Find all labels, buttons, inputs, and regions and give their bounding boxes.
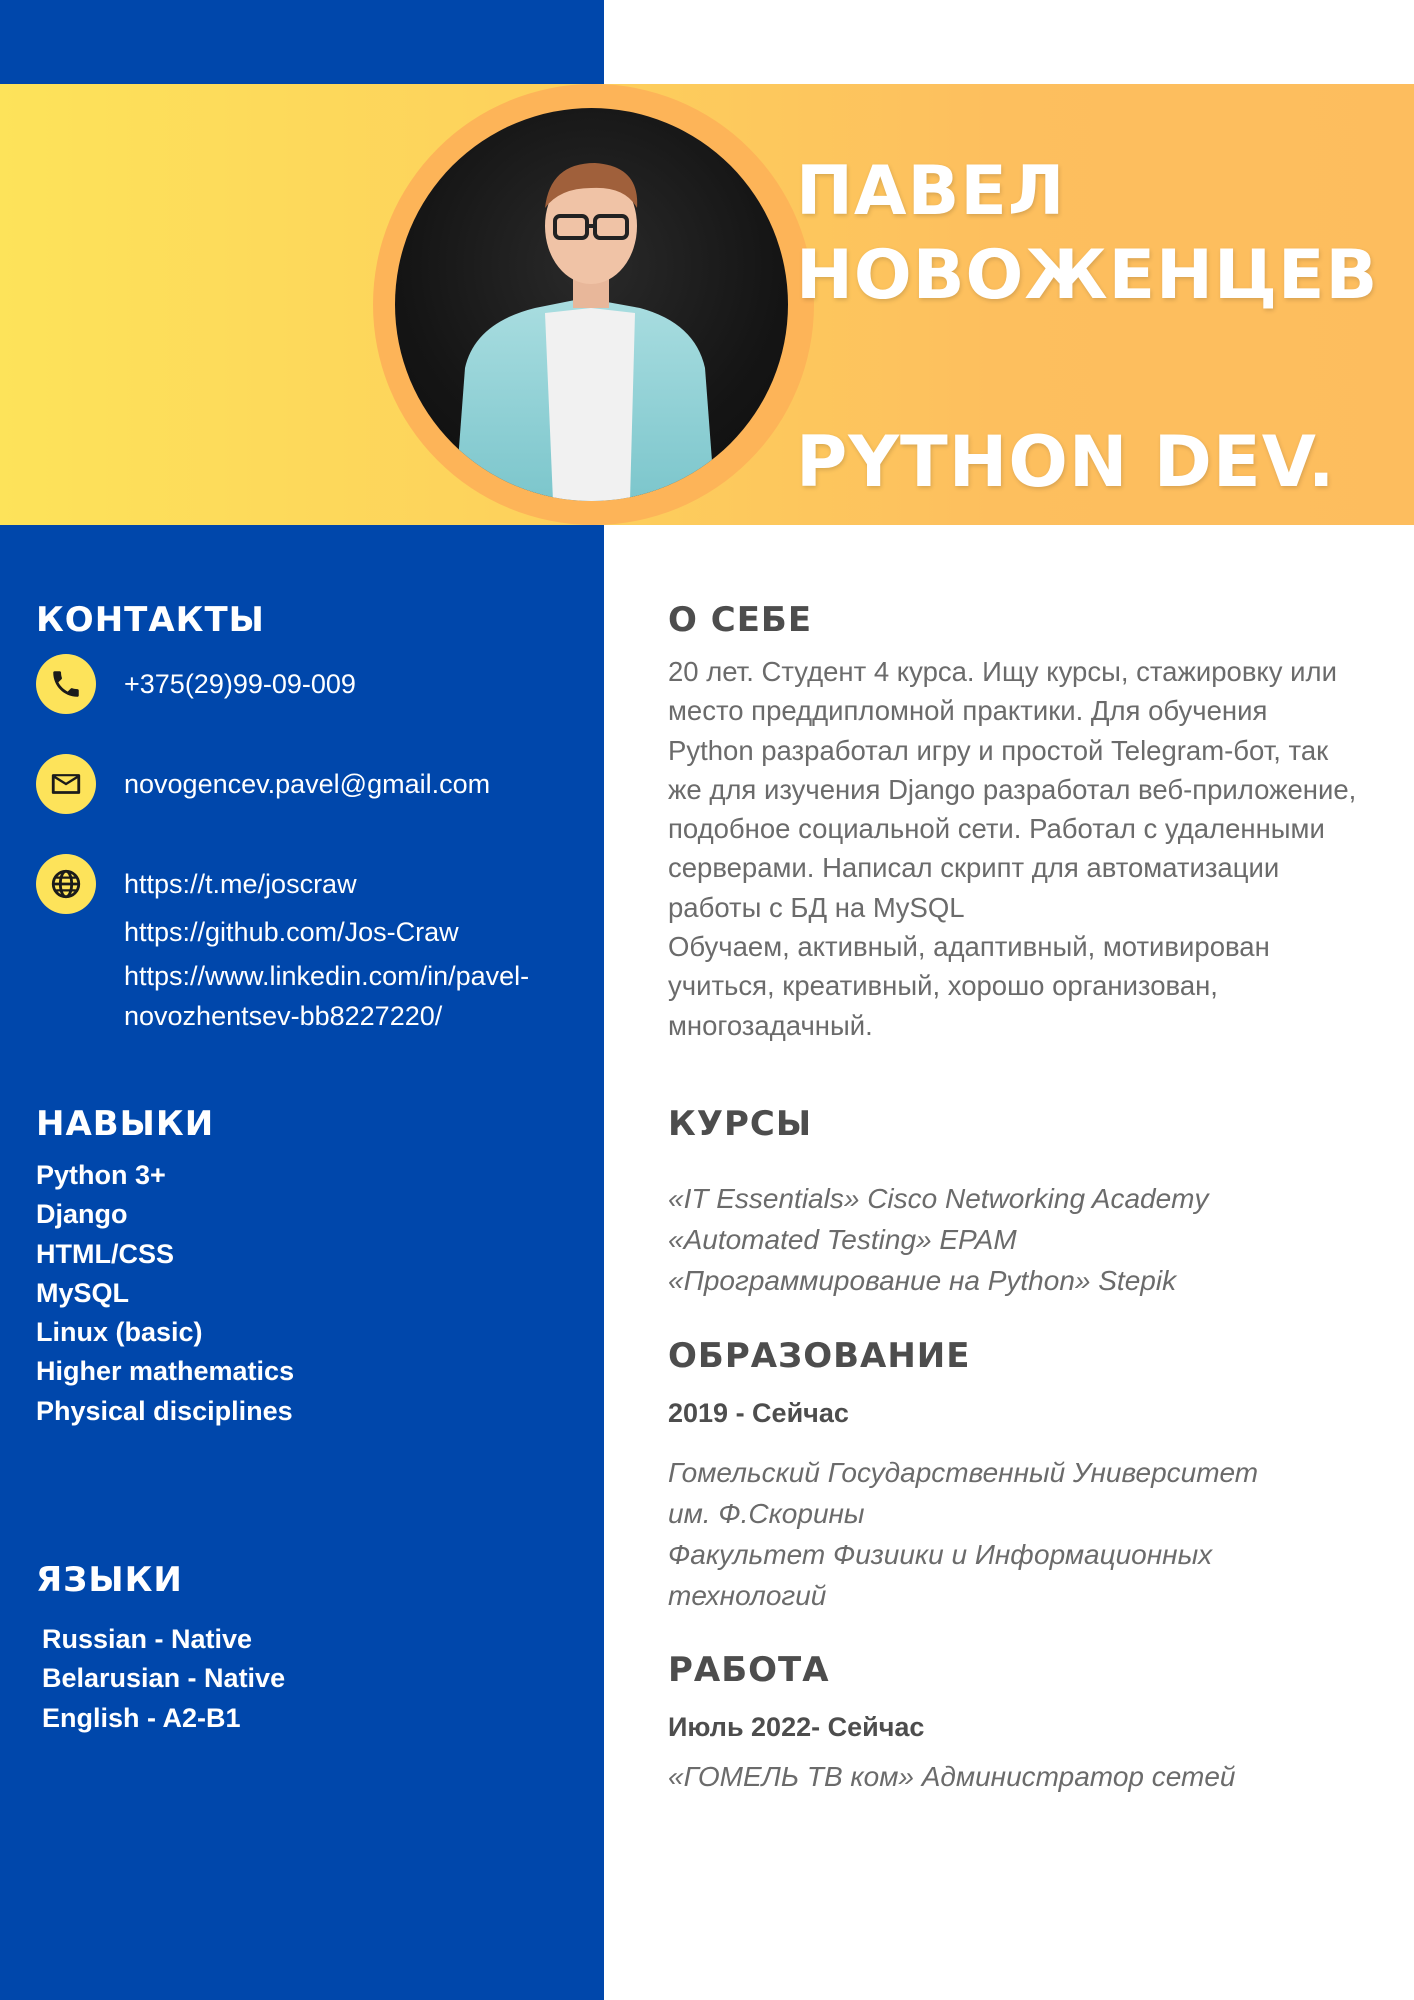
person-name: ПАВЕЛ НОВОЖЕНЦЕВ (796, 150, 1396, 318)
education-line: Факультет Физиики и Информационных (668, 1539, 1213, 1570)
globe-icon (36, 854, 96, 914)
phone-icon (36, 654, 96, 714)
email-address[interactable]: novogencev.pavel@gmail.com (124, 766, 490, 802)
work-period: Июль 2022- Сейчас (668, 1712, 925, 1742)
courses-heading: КУРСЫ (668, 1104, 813, 1144)
skills-list: Python 3+ Django HTML/CSS MySQL Linux (b… (36, 1156, 294, 1431)
education-period: 2019 - Сейчас (668, 1398, 849, 1428)
phone-number[interactable]: +375(29)99-09-009 (124, 666, 356, 702)
education-line: технологий (668, 1580, 827, 1611)
about-paragraph: 20 лет. Студент 4 курса. Ищу курсы, стаж… (668, 656, 1357, 923)
courses-list: «IT Essentials» Cisco Networking Academy… (668, 1178, 1209, 1301)
course-item: «Automated Testing» EPAM (668, 1224, 1017, 1255)
mail-icon (36, 754, 96, 814)
profile-photo-illustration (455, 163, 715, 501)
linkedin-link[interactable]: https://www.linkedin.com/in/pavel-novozh… (124, 956, 594, 1036)
languages-list: Russian - Native Belarusian - Native Eng… (42, 1620, 285, 1738)
skill-item: Django (36, 1199, 128, 1230)
skills-heading: НАВЫКИ (36, 1104, 215, 1144)
skill-item: HTML/CSS (36, 1238, 174, 1269)
name-line-2: НОВОЖЕНЦЕВ (796, 236, 1379, 315)
language-item: Belarusian - Native (42, 1663, 286, 1694)
skill-item: Python 3+ (36, 1160, 166, 1190)
skill-item: Higher mathematics (36, 1356, 295, 1387)
language-item: Russian - Native (42, 1624, 253, 1654)
language-item: English - A2-B1 (42, 1702, 241, 1733)
skill-item: Linux (basic) (36, 1317, 203, 1348)
contacts-heading: КОНТАКТЫ (36, 600, 265, 640)
education-details: Гомельский Государственный Университет и… (668, 1452, 1358, 1616)
education-heading: ОБРАЗОВАНИЕ (668, 1336, 971, 1376)
about-heading: О СЕБЕ (668, 600, 813, 640)
work-heading: РАБОТА (668, 1650, 830, 1690)
contact-links: https://t.me/joscraw https://github.com/… (124, 860, 594, 1036)
languages-heading: ЯЗЫКИ (36, 1560, 183, 1600)
telegram-link[interactable]: https://t.me/joscraw (124, 860, 594, 908)
education-line: им. Ф.Скорины (668, 1498, 865, 1529)
about-text: 20 лет. Студент 4 курса. Ищу курсы, стаж… (668, 652, 1358, 1045)
github-link[interactable]: https://github.com/Jos-Craw (124, 908, 594, 956)
skill-item: MySQL (36, 1277, 130, 1308)
course-item: «Программирование на Python» Stepik (668, 1265, 1177, 1296)
profile-photo (395, 108, 788, 501)
work-position: «ГОМЕЛЬ ТВ ком» Администратор сетей (668, 1761, 1236, 1792)
name-line-1: ПАВЕЛ (796, 152, 1066, 231)
course-item: «IT Essentials» Cisco Networking Academy (668, 1183, 1209, 1214)
education-line: Гомельский Государственный Университет (668, 1457, 1259, 1488)
job-title: PYTHON DEV. (796, 421, 1336, 503)
about-traits: Обучаем, активный, адаптивный, мотивиров… (668, 931, 1270, 1041)
skill-item: Physical disciplines (36, 1395, 293, 1426)
